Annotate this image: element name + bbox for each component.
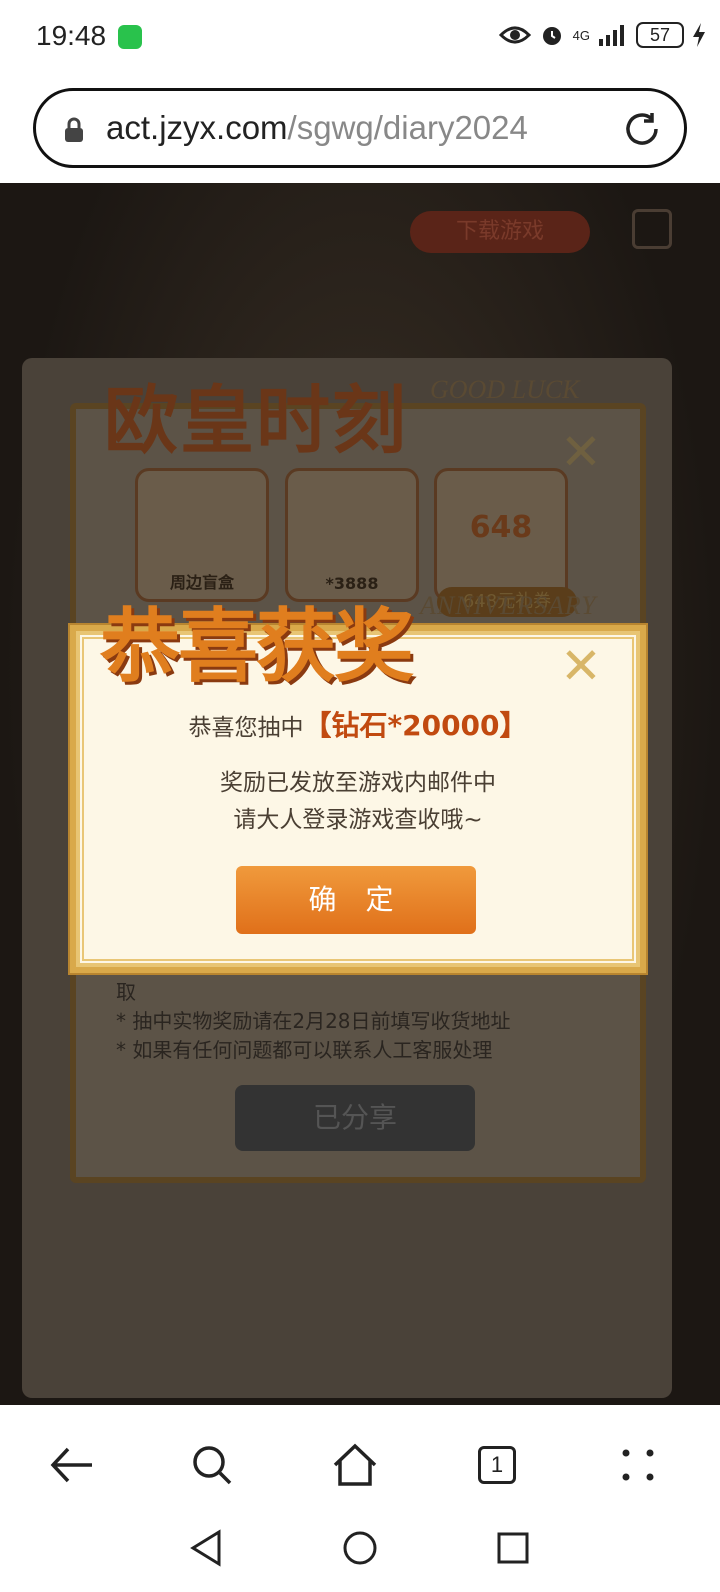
url-text[interactable]: act.jzyx.com/sgwg/diary2024 [106,109,528,147]
signal-icon [599,25,624,46]
system-recents-icon[interactable] [488,1523,538,1573]
battery-icon: 57 [636,22,684,48]
modal-close-icon[interactable]: ✕ [560,637,602,695]
anniversary-text: ANNIVERSARY [420,591,597,620]
modal-line-2: 奖励已发放至游戏内邮件中 [220,770,496,796]
download-game-button[interactable]: 下载游戏 [410,211,590,253]
rule-line: * 如果有任何问题都可以联系人工客服处理 [116,1038,493,1062]
prize-highlight: 【钻石*20000】 [303,709,528,742]
lock-icon [65,117,83,142]
card-close-icon[interactable]: ✕ [560,423,602,481]
url-host: act.jzyx.com [106,109,288,146]
home-icon[interactable] [325,1435,385,1495]
search-icon[interactable] [182,1435,242,1495]
system-home-icon[interactable] [335,1523,385,1573]
rules-list: 取 * 抽中实物奖励请在2月28日前填写收货地址 * 如果有任何问题都可以联系人… [116,978,596,1065]
rule-line: 取 [116,980,136,1004]
rule-line: * 抽中实物奖励请在2月28日前填写收货地址 [116,1009,511,1033]
address-bar[interactable]: act.jzyx.com/sgwg/diary2024 [33,88,687,168]
eye-icon [498,26,531,44]
card-subtitle: GOOD LUCK [430,375,580,404]
browser-bottom-nav: 1 [0,1405,720,1592]
confirm-button[interactable]: 确 定 [236,866,476,934]
system-back-icon[interactable] [180,1523,230,1573]
share-icon[interactable] [632,209,672,249]
more-menu-icon[interactable] [608,1435,668,1495]
prize-label: 648 [469,510,533,545]
charging-icon [693,23,705,47]
modal-line-3: 请大人登录游戏查收哦~ [233,807,483,833]
shared-button[interactable]: 已分享 [235,1085,475,1151]
alarm-icon [542,27,561,45]
status-icons: 4G 57 [498,22,706,48]
wechat-icon [118,25,142,49]
clock: 19:48 [36,20,107,51]
card-title: 欧皇时刻 [104,378,408,464]
modal-line-1-prefix: 恭喜您抽中 [188,715,304,741]
status-bar: 19:48 4G 57 [0,0,720,78]
reload-icon[interactable] [622,109,662,149]
back-icon[interactable] [42,1435,102,1495]
tab-count: 1 [478,1446,516,1484]
prize-item-voucher: 648 648元礼券 [434,468,577,617]
modal-line-1: 恭喜您抽中【钻石*20000】 [70,704,646,744]
tabs-button[interactable]: 1 [467,1435,527,1495]
network-label: 4G [572,27,590,43]
modal-title: 恭喜获奖 [100,599,414,693]
url-path: /sgwg/diary2024 [287,109,528,146]
